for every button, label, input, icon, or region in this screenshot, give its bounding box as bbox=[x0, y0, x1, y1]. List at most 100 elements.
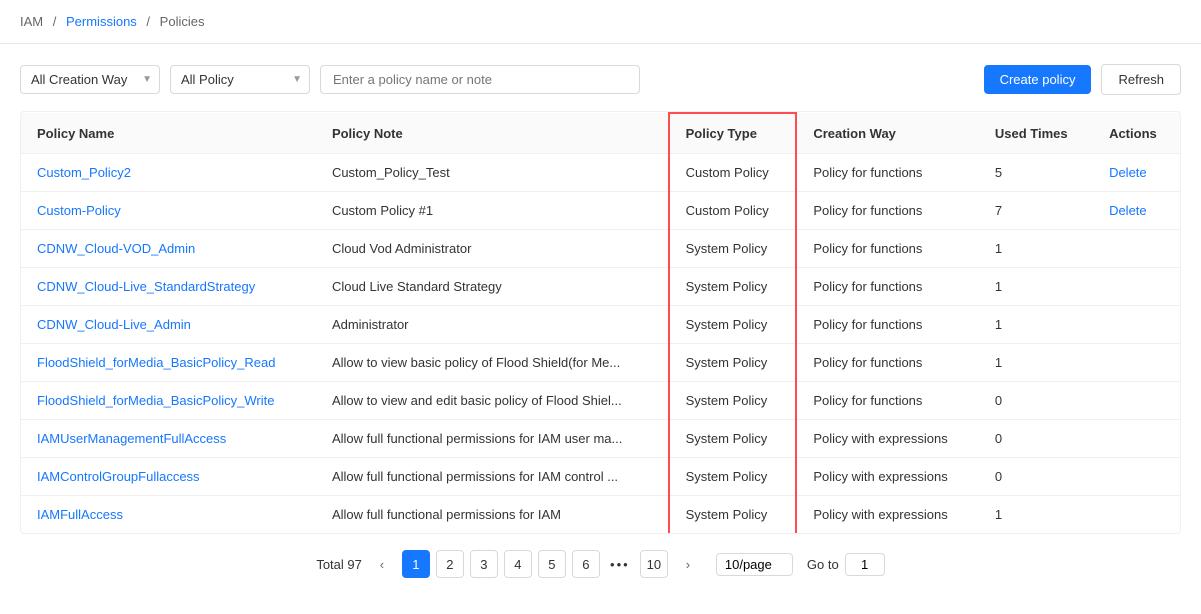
table-row: Custom_Policy2 Custom_Policy_Test Custom… bbox=[21, 154, 1180, 192]
goto-input[interactable] bbox=[845, 553, 885, 576]
breadcrumb-permissions[interactable]: Permissions bbox=[66, 14, 137, 29]
cell-policy-name: Custom_Policy2 bbox=[21, 154, 316, 192]
creation-way-select-wrapper: All Creation Way ▼ bbox=[20, 65, 160, 94]
policy-name-link[interactable]: CDNW_Cloud-VOD_Admin bbox=[37, 241, 195, 256]
creation-way-select[interactable]: All Creation Way bbox=[20, 65, 160, 94]
cell-policy-type: System Policy bbox=[669, 420, 797, 458]
cell-actions bbox=[1093, 230, 1180, 268]
table-row: IAMUserManagementFullAccess Allow full f… bbox=[21, 420, 1180, 458]
cell-policy-name: FloodShield_forMedia_BasicPolicy_Read bbox=[21, 344, 316, 382]
create-policy-button[interactable]: Create policy bbox=[984, 65, 1092, 94]
table-row: FloodShield_forMedia_BasicPolicy_Write A… bbox=[21, 382, 1180, 420]
cell-policy-type: System Policy bbox=[669, 268, 797, 306]
page-btn-5[interactable]: 5 bbox=[538, 550, 566, 578]
cell-policy-type: Custom Policy bbox=[669, 154, 797, 192]
cell-policy-type: Custom Policy bbox=[669, 192, 797, 230]
cell-creation-way: Policy with expressions bbox=[796, 496, 979, 534]
cell-creation-way: Policy for functions bbox=[796, 306, 979, 344]
cell-policy-name: CDNW_Cloud-Live_Admin bbox=[21, 306, 316, 344]
goto-wrapper: Go to bbox=[807, 553, 885, 576]
table-row: IAMControlGroupFullaccess Allow full fun… bbox=[21, 458, 1180, 496]
policy-type-select-wrapper: All Policy ▼ bbox=[170, 65, 310, 94]
cell-actions: Delete bbox=[1093, 192, 1180, 230]
cell-creation-way: Policy with expressions bbox=[796, 458, 979, 496]
policy-name-link[interactable]: IAMFullAccess bbox=[37, 507, 123, 522]
pagination-dots: ••• bbox=[606, 550, 634, 578]
policy-name-link[interactable]: FloodShield_forMedia_BasicPolicy_Read bbox=[37, 355, 275, 370]
cell-creation-way: Policy for functions bbox=[796, 382, 979, 420]
page-btn-10[interactable]: 10 bbox=[640, 550, 668, 578]
policy-name-link[interactable]: IAMControlGroupFullaccess bbox=[37, 469, 200, 484]
col-header-policy-note: Policy Note bbox=[316, 113, 669, 154]
cell-policy-note: Administrator bbox=[316, 306, 669, 344]
prev-page-button[interactable]: ‹ bbox=[368, 550, 396, 578]
cell-used-times: 1 bbox=[979, 306, 1093, 344]
cell-policy-note: Custom Policy #1 bbox=[316, 192, 669, 230]
cell-policy-name: CDNW_Cloud-VOD_Admin bbox=[21, 230, 316, 268]
cell-used-times: 0 bbox=[979, 420, 1093, 458]
cell-policy-note: Allow to view basic policy of Flood Shie… bbox=[316, 344, 669, 382]
breadcrumb: IAM / Permissions / Policies bbox=[0, 0, 1201, 44]
cell-policy-name: IAMFullAccess bbox=[21, 496, 316, 534]
breadcrumb-sep1: / bbox=[53, 14, 57, 29]
delete-link[interactable]: Delete bbox=[1109, 203, 1147, 218]
pagination: Total 97 ‹ 1 2 3 4 5 6 ••• 10 › 10/page … bbox=[20, 534, 1181, 594]
cell-creation-way: Policy for functions bbox=[796, 344, 979, 382]
cell-used-times: 1 bbox=[979, 268, 1093, 306]
cell-creation-way: Policy for functions bbox=[796, 154, 979, 192]
table-row: CDNW_Cloud-Live_StandardStrategy Cloud L… bbox=[21, 268, 1180, 306]
col-header-actions: Actions bbox=[1093, 113, 1180, 154]
cell-policy-note: Cloud Vod Administrator bbox=[316, 230, 669, 268]
policy-name-link[interactable]: CDNW_Cloud-Live_Admin bbox=[37, 317, 191, 332]
cell-policy-type: System Policy bbox=[669, 458, 797, 496]
cell-creation-way: Policy for functions bbox=[796, 230, 979, 268]
breadcrumb-sep2: / bbox=[146, 14, 150, 29]
cell-policy-type: System Policy bbox=[669, 230, 797, 268]
cell-actions: Delete bbox=[1093, 154, 1180, 192]
cell-policy-name: CDNW_Cloud-Live_StandardStrategy bbox=[21, 268, 316, 306]
cell-used-times: 1 bbox=[979, 230, 1093, 268]
cell-policy-note: Allow full functional permissions for IA… bbox=[316, 458, 669, 496]
page-btn-1[interactable]: 1 bbox=[402, 550, 430, 578]
next-page-button[interactable]: › bbox=[674, 550, 702, 578]
cell-policy-note: Cloud Live Standard Strategy bbox=[316, 268, 669, 306]
cell-actions bbox=[1093, 496, 1180, 534]
policy-name-link[interactable]: CDNW_Cloud-Live_StandardStrategy bbox=[37, 279, 255, 294]
policy-type-select[interactable]: All Policy bbox=[170, 65, 310, 94]
page-btn-6[interactable]: 6 bbox=[572, 550, 600, 578]
policy-name-link[interactable]: Custom-Policy bbox=[37, 203, 121, 218]
delete-link[interactable]: Delete bbox=[1109, 165, 1147, 180]
cell-actions bbox=[1093, 382, 1180, 420]
search-input[interactable] bbox=[320, 65, 640, 94]
cell-actions bbox=[1093, 458, 1180, 496]
per-page-select[interactable]: 10/page 20/page 50/page bbox=[716, 553, 793, 576]
cell-policy-type: System Policy bbox=[669, 382, 797, 420]
cell-used-times: 0 bbox=[979, 382, 1093, 420]
cell-creation-way: Policy with expressions bbox=[796, 420, 979, 458]
cell-policy-name: FloodShield_forMedia_BasicPolicy_Write bbox=[21, 382, 316, 420]
cell-creation-way: Policy for functions bbox=[796, 192, 979, 230]
cell-actions bbox=[1093, 420, 1180, 458]
cell-policy-note: Allow full functional permissions for IA… bbox=[316, 420, 669, 458]
cell-used-times: 7 bbox=[979, 192, 1093, 230]
policy-name-link[interactable]: FloodShield_forMedia_BasicPolicy_Write bbox=[37, 393, 275, 408]
refresh-button[interactable]: Refresh bbox=[1101, 64, 1181, 95]
cell-policy-name: IAMUserManagementFullAccess bbox=[21, 420, 316, 458]
cell-creation-way: Policy for functions bbox=[796, 268, 979, 306]
policy-table-container: Policy Name Policy Note Policy Type Crea… bbox=[20, 111, 1181, 534]
page-btn-3[interactable]: 3 bbox=[470, 550, 498, 578]
cell-policy-type: System Policy bbox=[669, 496, 797, 534]
policy-name-link[interactable]: IAMUserManagementFullAccess bbox=[37, 431, 226, 446]
col-header-policy-name: Policy Name bbox=[21, 113, 316, 154]
cell-actions bbox=[1093, 268, 1180, 306]
policy-name-link[interactable]: Custom_Policy2 bbox=[37, 165, 131, 180]
cell-policy-type: System Policy bbox=[669, 306, 797, 344]
table-row: FloodShield_forMedia_BasicPolicy_Read Al… bbox=[21, 344, 1180, 382]
table-row: CDNW_Cloud-Live_Admin Administrator Syst… bbox=[21, 306, 1180, 344]
breadcrumb-iam: IAM bbox=[20, 14, 43, 29]
policy-table: Policy Name Policy Note Policy Type Crea… bbox=[21, 112, 1180, 533]
cell-policy-name: Custom-Policy bbox=[21, 192, 316, 230]
table-row: CDNW_Cloud-VOD_Admin Cloud Vod Administr… bbox=[21, 230, 1180, 268]
page-btn-2[interactable]: 2 bbox=[436, 550, 464, 578]
page-btn-4[interactable]: 4 bbox=[504, 550, 532, 578]
